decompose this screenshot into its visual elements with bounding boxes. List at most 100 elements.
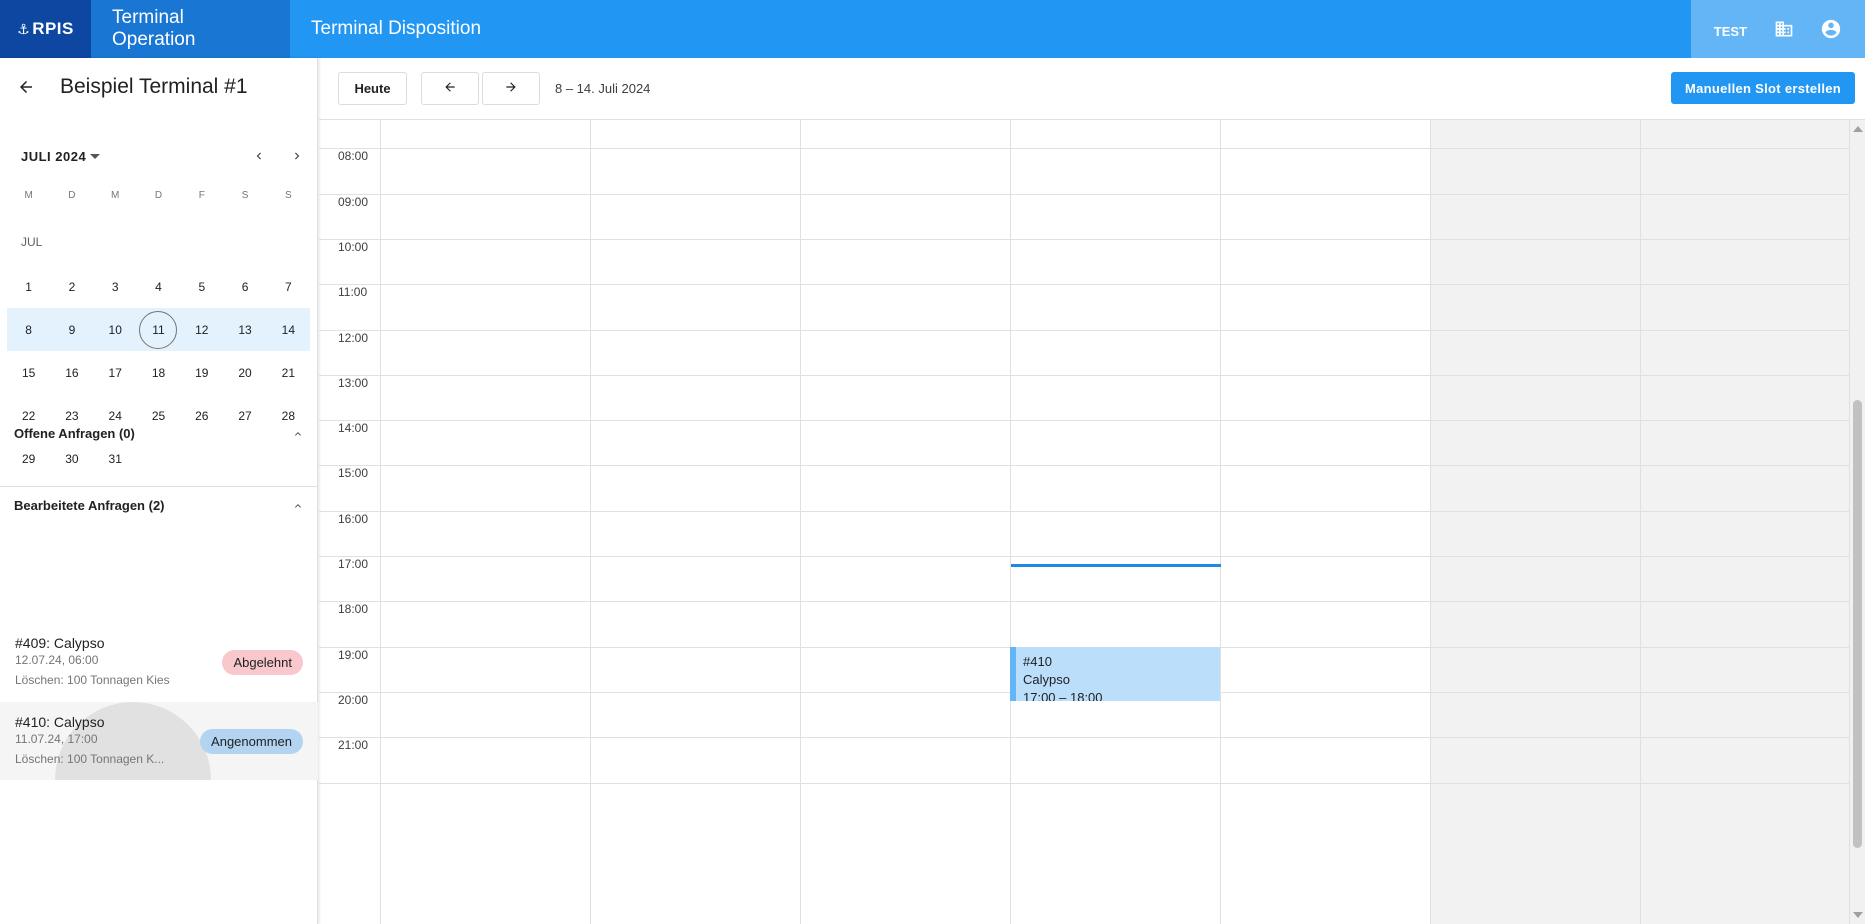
next-week-button[interactable] <box>482 72 540 105</box>
calendar-day[interactable]: 18 <box>137 351 180 394</box>
divider <box>0 486 318 487</box>
mini-calendar-header: JULI 2024 <box>21 146 307 166</box>
open-requests-header[interactable]: Offene Anfragen (0) <box>14 426 305 441</box>
topbar-actions: TEST <box>1691 0 1865 58</box>
event-id: #410 <box>1023 654 1052 669</box>
calendar-toolbar: Heute 8 – 14. Juli 2024 Manuellen Slot e… <box>319 58 1865 120</box>
building-icon[interactable] <box>1773 18 1795 40</box>
calendar-event[interactable]: #410 Calypso 17:00 – 18:00 <box>1010 647 1220 701</box>
weekday-header: M D M D F S S <box>7 190 310 201</box>
hour-grid-line <box>319 601 1850 603</box>
hour-label: 11:00 <box>338 285 368 300</box>
hour-grid-line <box>319 737 1850 739</box>
back-arrow-icon[interactable] <box>14 75 38 99</box>
caret-down-icon <box>90 153 101 159</box>
calendar-day[interactable]: 17 <box>94 351 137 394</box>
calendar-day[interactable]: 13 <box>223 308 266 351</box>
vertical-scrollbar[interactable] <box>1850 120 1865 924</box>
create-manual-slot-button[interactable]: Manuellen Slot erstellen <box>1670 72 1855 104</box>
chevron-right-icon[interactable] <box>287 146 307 166</box>
calendar-day[interactable]: 1 <box>7 265 50 308</box>
calendar-day[interactable]: 15 <box>7 351 50 394</box>
hour-grid-line <box>319 238 1850 240</box>
month-label: JULI 2024 <box>21 148 87 164</box>
calendar-day[interactable]: 19 <box>180 351 223 394</box>
month-short-label: JUL <box>21 235 43 249</box>
nav-tab-terminal-disposition[interactable]: Terminal Disposition <box>290 0 502 58</box>
ship-icon: ⚓ <box>17 20 31 37</box>
calendar-day[interactable]: 30 <box>50 437 93 480</box>
request-description: Löschen: 100 Tonnagen K... <box>15 752 165 766</box>
hour-grid-line <box>319 193 1850 195</box>
request-item[interactable]: #409: Calypso 12.07.24, 06:00 Löschen: 1… <box>0 623 318 701</box>
request-title: #410: Calypso <box>15 714 105 730</box>
open-requests-label: Offene Anfragen (0) <box>14 426 135 441</box>
nav-tab-terminal-operation[interactable]: Terminal Operation <box>91 0 290 58</box>
calendar-day[interactable]: 21 <box>267 351 310 394</box>
processed-requests-label: Bearbeitete Anfragen (2) <box>14 498 165 513</box>
calendar-day[interactable]: 4 <box>137 265 180 308</box>
hour-grid-line <box>319 284 1850 286</box>
weekday-label: S <box>241 190 249 201</box>
hour-label: 14:00 <box>338 421 369 436</box>
scrollbar-thumb[interactable] <box>1853 400 1862 848</box>
hour-label: 16:00 <box>338 511 369 526</box>
scroll-up-arrow-icon[interactable] <box>1853 126 1863 132</box>
previous-week-button[interactable] <box>421 72 479 105</box>
calendar-day[interactable]: 5 <box>180 265 223 308</box>
processed-requests-header[interactable]: Bearbeitete Anfragen (2) <box>14 498 305 513</box>
event-name: Calypso <box>1023 672 1070 687</box>
hour-grid-line <box>319 148 1850 150</box>
hour-grid-line <box>319 510 1850 512</box>
hour-label: 08:00 <box>338 149 369 164</box>
current-time-indicator <box>1011 564 1221 567</box>
calendar-day[interactable]: 10 <box>94 308 137 351</box>
scroll-down-arrow-icon[interactable] <box>1853 912 1863 918</box>
arrow-left-icon <box>443 80 457 97</box>
app-logo[interactable]: ⚓ RPIS <box>0 0 91 58</box>
chevron-left-icon[interactable] <box>249 146 269 166</box>
day-column-line <box>590 120 591 924</box>
hour-label: 09:00 <box>338 194 369 209</box>
calendar-day[interactable]: 29 <box>7 437 50 480</box>
calendar-day[interactable]: 12 <box>180 308 223 351</box>
environment-label: TEST <box>1713 23 1748 39</box>
weekday-label: M <box>24 190 33 201</box>
calendar-day[interactable]: 14 <box>267 308 310 351</box>
calendar-day[interactable]: 7 <box>267 265 310 308</box>
calendar-day[interactable]: 16 <box>50 351 93 394</box>
day-column-line <box>1220 120 1221 924</box>
account-circle-icon[interactable] <box>1820 18 1842 40</box>
calendar-day[interactable]: 6 <box>223 265 266 308</box>
weekday-label: D <box>154 190 163 201</box>
hour-label: 15:00 <box>338 466 369 481</box>
weekday-label: S <box>285 190 292 201</box>
request-description: Löschen: 100 Tonnagen Kies <box>15 673 170 687</box>
calendar-day[interactable]: 31 <box>94 437 137 480</box>
weekday-label: F <box>198 190 205 201</box>
hour-grid-line <box>319 465 1850 467</box>
today-button[interactable]: Heute <box>338 72 407 105</box>
date-range-label: 8 – 14. Juli 2024 <box>555 81 651 96</box>
mini-calendar-days: 1 2 3 4 5 6 7 8 9 10 11 12 13 14 15 16 17 18 19 20 21 22 23 24 2… <box>7 265 310 480</box>
request-item[interactable]: #410: Calypso 11.07.24, 17:00 Löschen: 1… <box>0 702 318 780</box>
day-column-line <box>1640 120 1641 924</box>
sidebar: Beispiel Terminal #1 JULI 2024 M D M D F… <box>0 58 318 924</box>
status-badge: Angenommen <box>200 729 303 754</box>
hour-label: 18:00 <box>338 602 369 617</box>
chevron-up-icon <box>291 427 305 441</box>
calendar-day[interactable]: 3 <box>94 265 137 308</box>
hour-grid-line <box>319 374 1850 376</box>
hour-label: 20:00 <box>338 692 369 707</box>
hour-label: 12:00 <box>338 330 369 345</box>
arrow-right-icon <box>504 80 518 97</box>
calendar-day[interactable]: 2 <box>50 265 93 308</box>
calendar-day[interactable]: 11 <box>137 308 180 351</box>
calendar-day[interactable]: 20 <box>223 351 266 394</box>
hour-grid-line <box>319 556 1850 557</box>
calendar-day[interactable]: 9 <box>50 308 93 351</box>
month-selector[interactable]: JULI 2024 <box>21 148 101 164</box>
calendar-day[interactable]: 8 <box>7 308 50 351</box>
sidebar-header: Beispiel Terminal #1 <box>0 58 317 116</box>
week-calendar-grid[interactable]: 07:0008:0009:0010:0011:0012:0013:0014:00… <box>319 120 1850 924</box>
